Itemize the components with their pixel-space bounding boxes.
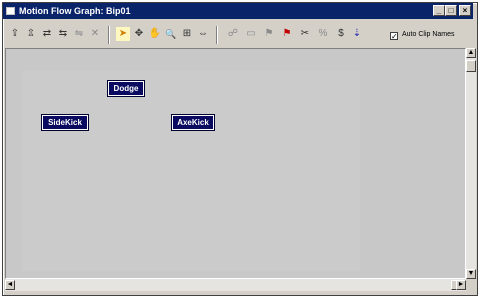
delete-button[interactable]: ✕ xyxy=(88,27,102,41)
dollar-button[interactable]: $ xyxy=(334,27,348,41)
graph-canvas[interactable]: Dodge SideKick AxeKick xyxy=(5,48,466,279)
scroll-left-button[interactable]: ◄ xyxy=(5,280,15,290)
zoom-region-button[interactable]: ⊞ xyxy=(180,27,194,41)
auto-clip-names-checkbox[interactable]: ✓ xyxy=(390,32,398,41)
clip-node-dodge[interactable]: Dodge xyxy=(107,80,145,97)
flag-button[interactable]: ⚑ xyxy=(280,27,294,41)
create-transitions-button[interactable]: ⇆ xyxy=(56,27,70,41)
percent-button[interactable]: % xyxy=(316,27,330,41)
pan-button[interactable]: ✋ xyxy=(148,27,162,41)
clip-node-axekick[interactable]: AxeKick xyxy=(171,114,215,131)
scroll-down-button[interactable]: ▼ xyxy=(466,269,476,279)
show-random-button[interactable]: ☍ xyxy=(226,27,240,41)
create-multiple-clips-button[interactable]: ⇫ xyxy=(24,27,38,41)
vertical-scroll-thumb[interactable] xyxy=(466,60,476,72)
set-start-button[interactable]: ⚑ xyxy=(262,27,276,41)
scroll-right-button[interactable]: ► xyxy=(456,280,466,290)
create-random-transition-button[interactable]: ⇋ xyxy=(72,27,86,41)
create-transition-button[interactable]: ⇄ xyxy=(40,27,54,41)
optimize-button[interactable]: ▭ xyxy=(244,27,258,41)
transition-info-button[interactable]: ⇣ xyxy=(350,27,364,41)
maximize-button[interactable]: □ xyxy=(445,5,457,16)
cut-button[interactable]: ✂ xyxy=(298,27,312,41)
zoom-button[interactable]: 🔍 xyxy=(164,27,178,41)
title-bar[interactable]: Motion Flow Graph: Bip01 _ □ × xyxy=(3,3,473,19)
move-button[interactable]: ✥ xyxy=(132,27,146,41)
vertical-scrollbar[interactable]: ▲ ▼ xyxy=(466,48,476,279)
scroll-up-button[interactable]: ▲ xyxy=(466,48,476,58)
minimize-button[interactable]: _ xyxy=(433,5,445,16)
window-title: Motion Flow Graph: Bip01 xyxy=(19,6,131,16)
graph-area xyxy=(22,71,360,271)
toolbar-separator xyxy=(216,26,218,44)
zoom-extents-button[interactable]: ⇔ xyxy=(196,27,210,41)
select-button[interactable]: ➤ xyxy=(116,27,130,41)
toolbar-separator xyxy=(108,26,110,44)
window-app-icon xyxy=(6,7,15,15)
toolbar: ⇪ ⇫ ⇄ ⇆ ⇋ ✕ ➤ ✥ ✋ 🔍 ⊞ ⇔ ☍ ▭ ⚑ ⚑ ✂ % $ ⇣ … xyxy=(4,24,474,46)
scrollbar-corner xyxy=(466,279,476,291)
auto-clip-names-label: Auto Clip Names xyxy=(402,31,455,38)
clip-node-sidekick[interactable]: SideKick xyxy=(41,114,89,131)
close-button[interactable]: × xyxy=(459,5,471,16)
horizontal-scrollbar[interactable]: ◄ ► xyxy=(5,279,466,291)
create-clip-button[interactable]: ⇪ xyxy=(8,27,22,41)
